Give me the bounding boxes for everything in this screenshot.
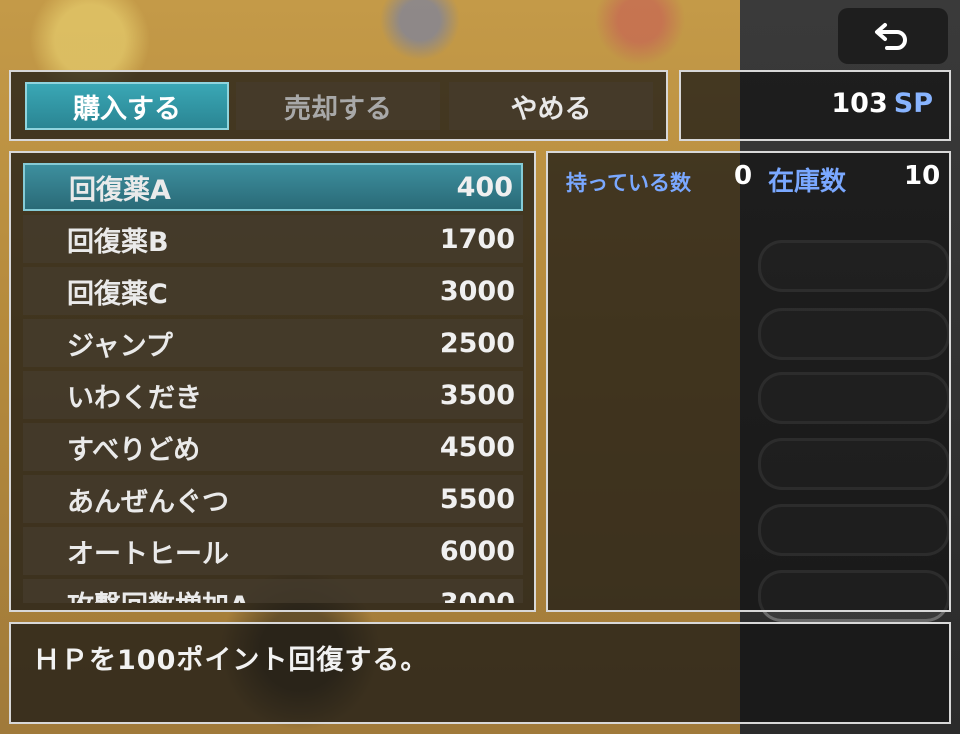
buy-command[interactable]: 購入する xyxy=(25,82,229,130)
owned-count-label: 持っている数 xyxy=(566,171,691,195)
item-price: 1700 xyxy=(439,223,515,255)
gold-window: 103 SP xyxy=(679,70,951,141)
help-window: ＨＰを100ポイント回復する。 xyxy=(9,622,951,724)
item-name: オートヒール xyxy=(67,538,229,570)
item-price: 5500 xyxy=(439,483,515,515)
undo-arrow-icon xyxy=(875,23,907,50)
item-price: 3000 xyxy=(439,587,515,604)
shop-item-row[interactable]: 回復薬A 400 xyxy=(23,163,523,211)
gold-unit: SP xyxy=(893,88,933,119)
shop-item-row[interactable]: オートヒール 6000 xyxy=(23,527,523,575)
item-name: いわくだき xyxy=(67,382,202,414)
back-button[interactable] xyxy=(838,8,948,64)
shop-item-row[interactable]: ジャンプ 2500 xyxy=(23,319,523,367)
item-name: 回復薬A xyxy=(69,174,171,206)
item-name: あんぜんぐつ xyxy=(67,486,229,518)
stock-count-label: 在庫数 xyxy=(768,167,847,197)
item-price: 2500 xyxy=(439,327,515,359)
item-price: 6000 xyxy=(439,535,515,567)
cancel-command[interactable]: やめる xyxy=(449,82,653,130)
shop-item-row[interactable]: いわくだき 3500 xyxy=(23,371,523,419)
item-price: 4500 xyxy=(439,431,515,463)
item-name: 回復薬C xyxy=(67,278,168,310)
gold-amount: 103 xyxy=(831,88,888,119)
item-description: ＨＰを100ポイント回復する。 xyxy=(33,645,429,676)
owned-count-value: 0 xyxy=(734,161,753,191)
item-status-window: 持っている数 0 在庫数 10 xyxy=(546,151,951,612)
shop-item-row[interactable]: すべりどめ 4500 xyxy=(23,423,523,471)
stock-count-value: 10 xyxy=(904,161,941,191)
shop-item-list: 回復薬A 400 回復薬B 1700 回復薬C 3000 ジャンプ 2500 い… xyxy=(23,163,523,603)
shop-command-window: 購入する 売却する やめる xyxy=(9,70,668,141)
item-name: 攻撃回数増加A xyxy=(67,584,250,604)
item-name: ジャンプ xyxy=(67,330,173,362)
item-price: 400 xyxy=(456,171,513,203)
shop-item-row[interactable]: 回復薬C 3000 xyxy=(23,267,523,315)
item-price: 3500 xyxy=(439,379,515,411)
shop-item-row[interactable]: 攻撃回数増加A 3000 xyxy=(23,579,523,603)
shop-item-row[interactable]: 回復薬B 1700 xyxy=(23,215,523,263)
gold-display: 103 SP xyxy=(831,88,933,119)
shop-item-list-window: 回復薬A 400 回復薬B 1700 回復薬C 3000 ジャンプ 2500 い… xyxy=(9,151,536,612)
shop-item-row[interactable]: あんぜんぐつ 5500 xyxy=(23,475,523,523)
sell-command[interactable]: 売却する xyxy=(236,82,440,130)
item-price: 3000 xyxy=(439,275,515,307)
item-name: すべりどめ xyxy=(67,434,201,466)
item-name: 回復薬B xyxy=(67,226,169,258)
